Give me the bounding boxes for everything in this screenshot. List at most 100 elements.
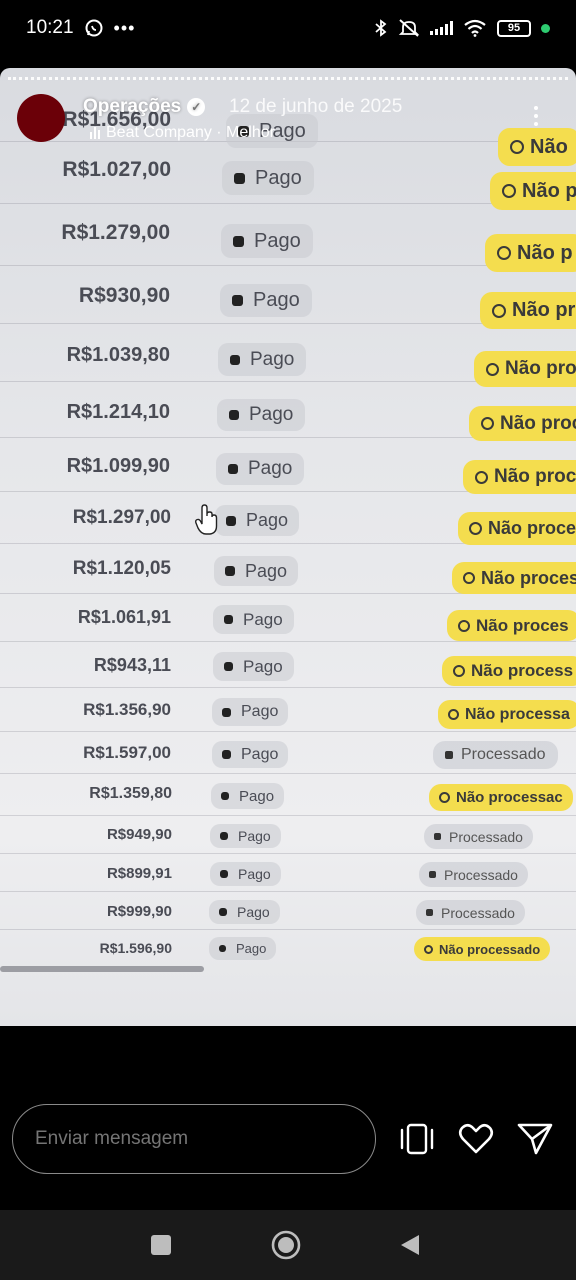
status-badge: Não proce xyxy=(458,512,576,545)
status-label: Não proces xyxy=(481,567,576,588)
username-label: Operações xyxy=(83,96,182,117)
table-row: R$1.120,05 Pago Não proces xyxy=(0,544,576,594)
amount-cell: R$1.099,90 xyxy=(66,455,170,477)
amount-cell: R$943,11 xyxy=(93,655,171,675)
avatar[interactable] xyxy=(17,94,65,142)
payment-badge: Pago xyxy=(221,224,313,258)
table-row: R$1.099,90 Pago Não proc xyxy=(0,438,576,494)
payment-badge: Pago xyxy=(222,161,314,195)
table-row: R$1.027,00 Pago Não p xyxy=(0,144,576,210)
payment-badge: Pago xyxy=(217,399,306,431)
payment-badge: Pago xyxy=(220,284,312,317)
heart-icon[interactable] xyxy=(457,1120,495,1158)
status-label: Não pr xyxy=(512,299,576,321)
table-row: R$1.359,80 Pago Não processac xyxy=(0,774,576,816)
home-icon[interactable] xyxy=(270,1229,302,1261)
status-badge: Não processado xyxy=(414,937,551,961)
hand-cursor-icon xyxy=(195,504,218,535)
payment-badge: Pago xyxy=(209,937,277,960)
payment-badge: Pago xyxy=(215,505,300,536)
table-row: R$943,11 Pago Não process xyxy=(0,642,576,688)
payment-badge: Pago xyxy=(214,556,299,586)
navigation-bar xyxy=(0,1210,576,1280)
table-row: R$949,90 Pago Processado xyxy=(0,816,576,854)
story-date: 12 de junho de 2025 xyxy=(229,96,403,117)
payment-badge: Pago xyxy=(212,698,289,726)
amount-cell: R$1.597,00 xyxy=(83,743,171,762)
payment-badge: Pago xyxy=(211,783,285,809)
amount-cell: R$1.027,00 xyxy=(62,158,171,181)
amount-cell: R$949,90 xyxy=(106,826,172,843)
status-badge: Processado xyxy=(419,862,528,887)
story-progress-bar xyxy=(8,77,568,80)
status-label: Não proc xyxy=(494,466,576,487)
payment-label: Pago xyxy=(245,560,288,581)
status-label: Não process xyxy=(471,661,574,680)
payment-badge: Pago xyxy=(218,343,307,376)
payment-badge: Pago xyxy=(209,900,280,924)
table-row: R$1.356,90 Pago Não processa xyxy=(0,688,576,732)
table-row: R$1.279,00 Pago Não p xyxy=(0,204,576,272)
wifi-icon xyxy=(464,19,486,37)
payment-label: Pago xyxy=(236,941,267,956)
payment-label: Pago xyxy=(238,866,271,882)
table-row: R$1.061,91 Pago Não proces xyxy=(0,594,576,642)
status-label: Não pro xyxy=(505,358,576,379)
status-label: Processado xyxy=(461,746,546,763)
status-badge: Não proces xyxy=(452,562,576,594)
status-badge: Não proc xyxy=(463,460,576,494)
silent-icon xyxy=(398,19,420,37)
status-badge: Processado xyxy=(433,741,558,769)
payment-label: Pago xyxy=(249,404,294,425)
story-music[interactable]: Beat Company · Melhor xyxy=(90,124,275,142)
amount-cell: R$1.596,90 xyxy=(99,940,172,956)
status-label: Não p xyxy=(522,179,576,202)
table-row: R$899,91 Pago Processado xyxy=(0,854,576,892)
recents-icon[interactable] xyxy=(150,1234,172,1256)
payment-label: Pago xyxy=(253,289,300,311)
status-badge: Não processa xyxy=(438,700,576,729)
amount-cell: R$930,90 xyxy=(78,284,170,307)
more-dots-icon: ••• xyxy=(113,17,136,38)
share-story-icon[interactable] xyxy=(398,1120,436,1158)
amount-cell: R$1.214,10 xyxy=(66,401,170,423)
amount-cell: R$1.061,91 xyxy=(77,607,171,627)
payment-badge: Pago xyxy=(212,741,289,768)
payment-badge: Pago xyxy=(210,824,281,848)
payment-badge: Pago xyxy=(210,862,281,886)
status-label: Não p xyxy=(517,241,573,264)
payment-label: Pago xyxy=(237,904,270,920)
payment-badge: Pago xyxy=(216,453,305,485)
amount-cell: R$1.279,00 xyxy=(61,221,170,244)
back-icon[interactable] xyxy=(398,1233,422,1257)
payment-badge: Pago xyxy=(213,652,294,681)
status-badge: Processado xyxy=(416,900,525,925)
status-badge: Não proc xyxy=(469,406,576,441)
status-label: Não processado xyxy=(439,941,541,957)
table-row: R$1.597,00 Pago Processado xyxy=(0,732,576,774)
clock: 10:21 xyxy=(26,17,74,38)
amount-cell: R$1.359,80 xyxy=(89,785,172,802)
story-author[interactable]: Operações ✓ xyxy=(83,96,206,118)
status-badge: Não process xyxy=(442,656,576,686)
status-badge: Não processac xyxy=(429,784,573,811)
send-icon[interactable] xyxy=(516,1120,554,1158)
amount-cell: R$899,91 xyxy=(106,865,172,882)
message-input[interactable] xyxy=(12,1104,376,1174)
status-badge: Não proces xyxy=(447,610,576,641)
amount-cell: R$1.297,00 xyxy=(72,507,171,528)
more-options-icon[interactable] xyxy=(534,106,538,126)
payment-label: Pago xyxy=(243,656,283,676)
story-image[interactable]: R$1.656,00 Pago Não R$1.027,00 Pago Não … xyxy=(0,68,576,1026)
active-dot xyxy=(541,23,550,33)
music-bars-icon xyxy=(90,127,100,139)
status-bar: 10:21 ••• 95 xyxy=(0,0,576,56)
table-scrollbar xyxy=(0,966,204,972)
status-label: Não proce xyxy=(488,518,576,538)
payment-label: Pago xyxy=(248,458,293,479)
payment-label: Pago xyxy=(250,348,295,370)
amount-cell: R$1.120,05 xyxy=(72,558,171,579)
status-label: Não proc xyxy=(500,412,576,434)
bluetooth-icon xyxy=(375,19,387,37)
table-row: R$1.214,10 Pago Não proc xyxy=(0,382,576,441)
